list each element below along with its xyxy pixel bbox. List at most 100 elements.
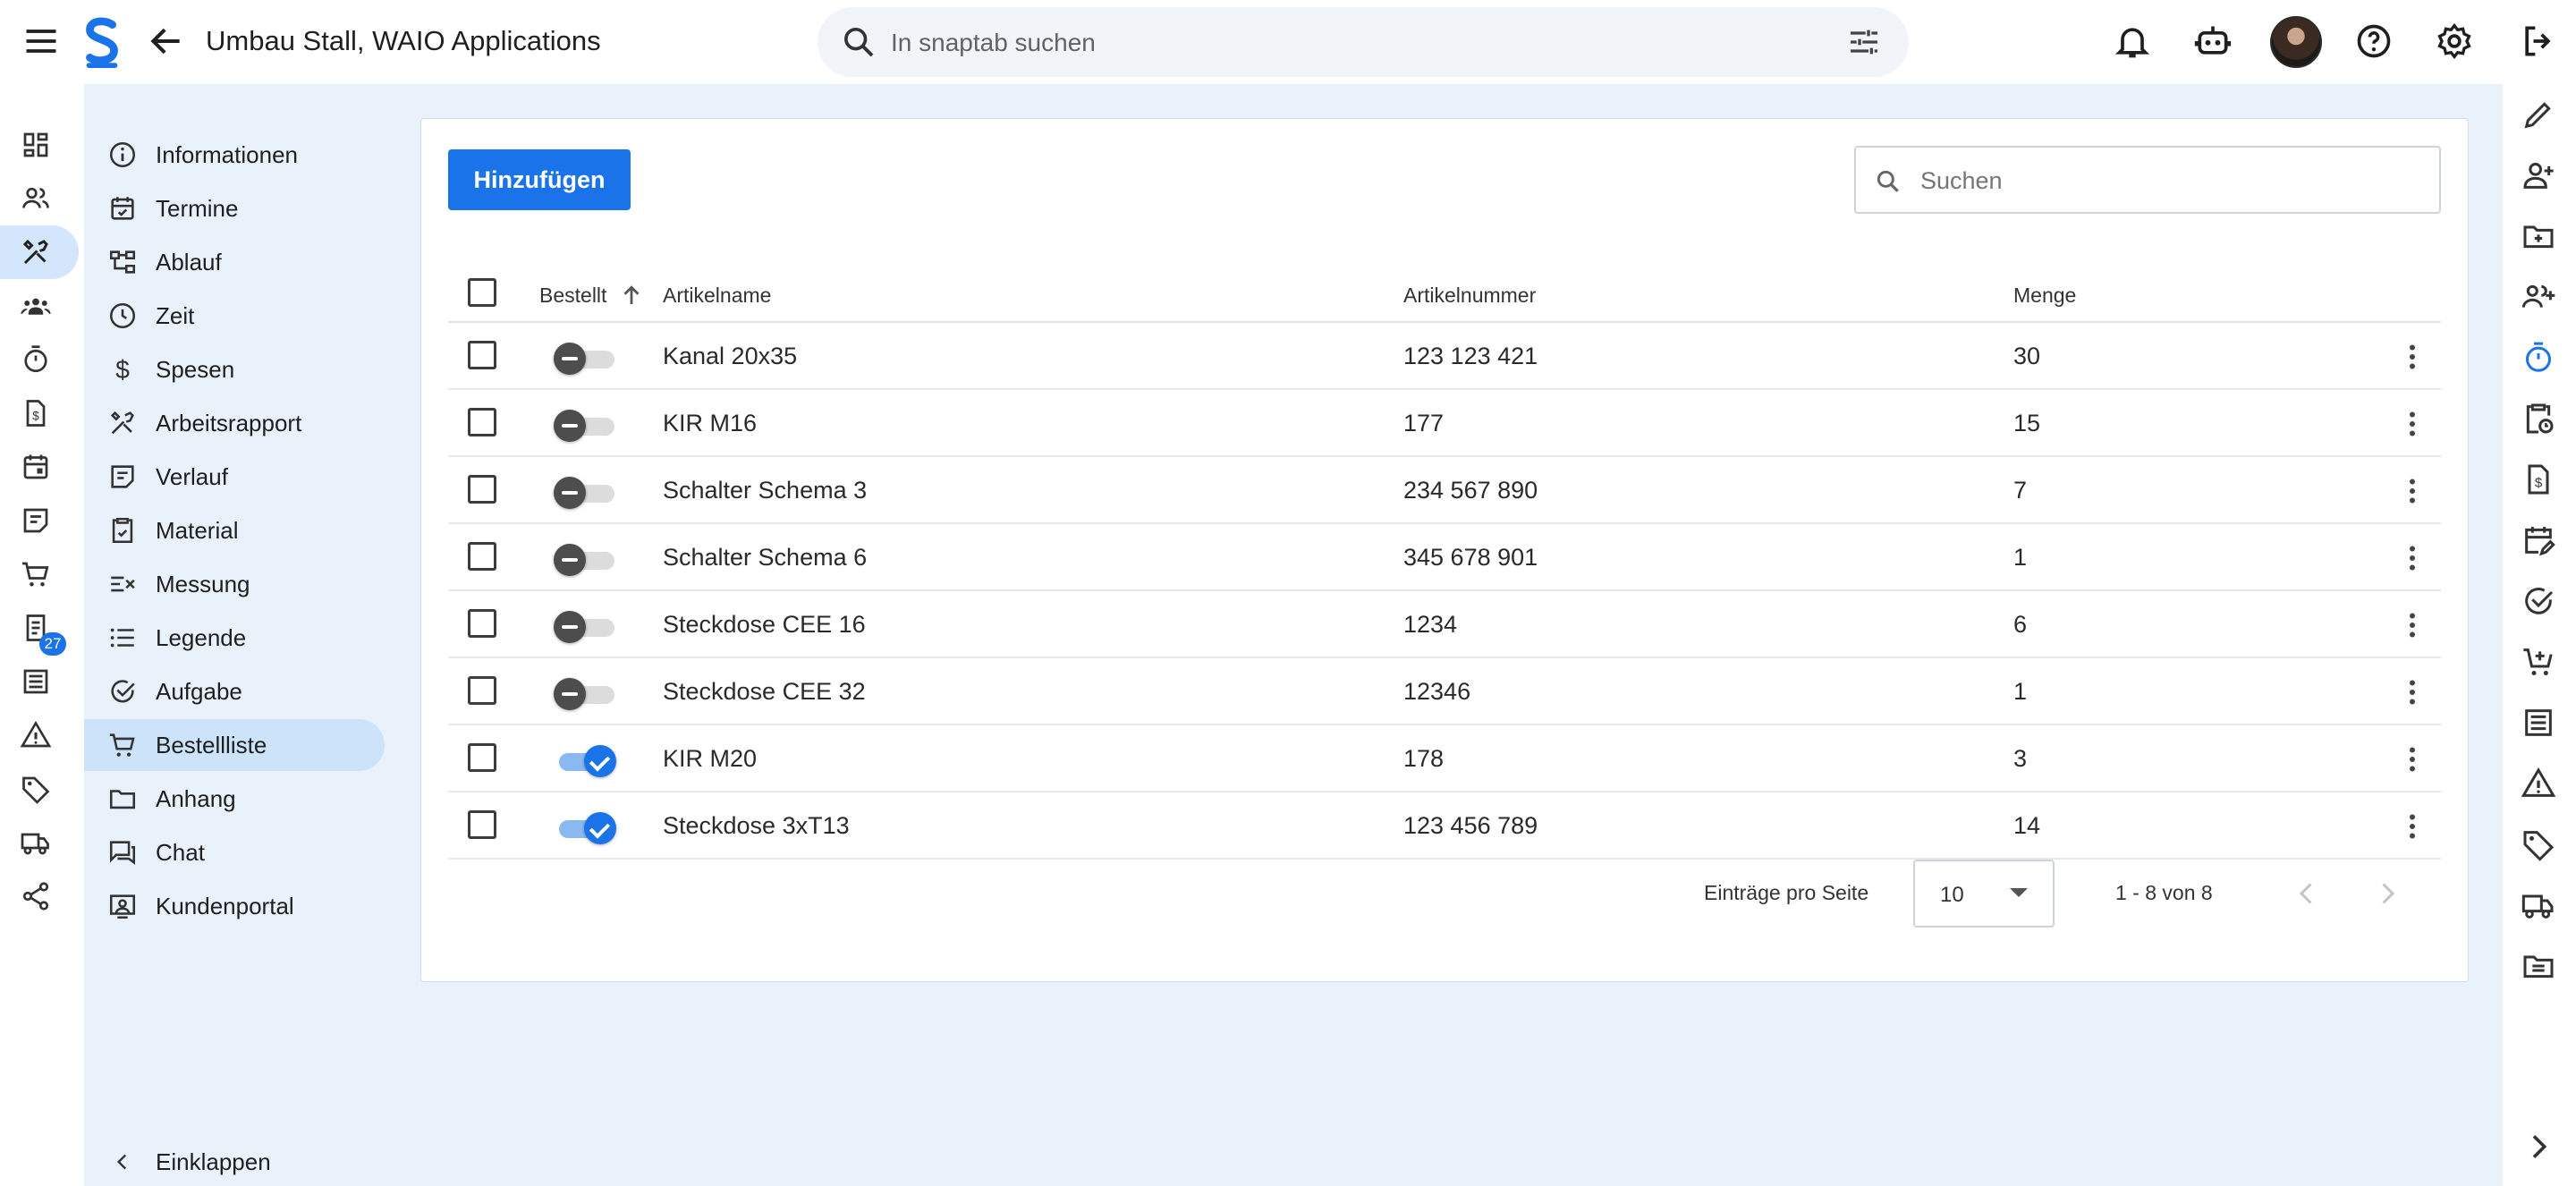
ordered-toggle[interactable] bbox=[554, 341, 616, 377]
team-icon[interactable] bbox=[16, 286, 55, 326]
avatar[interactable] bbox=[2270, 16, 2322, 68]
filter-tune-icon[interactable] bbox=[1846, 24, 1882, 60]
row-checkbox[interactable] bbox=[468, 475, 496, 504]
list-icon[interactable] bbox=[2521, 705, 2556, 741]
collapse-sidebar-button[interactable]: Einklappen bbox=[84, 1139, 385, 1184]
more-vert-icon[interactable] bbox=[2396, 676, 2428, 708]
row-checkbox[interactable] bbox=[468, 542, 496, 571]
more-vert-icon[interactable] bbox=[2396, 475, 2428, 507]
robot-icon[interactable] bbox=[2193, 21, 2233, 61]
column-header-qty[interactable]: Menge bbox=[2013, 284, 2076, 308]
row-checkbox[interactable] bbox=[468, 341, 496, 369]
group-add-icon[interactable] bbox=[2521, 279, 2556, 315]
folder-add-icon[interactable] bbox=[2521, 218, 2556, 254]
select-all-checkbox[interactable] bbox=[468, 278, 496, 307]
ordered-toggle[interactable] bbox=[554, 743, 616, 779]
ordered-toggle[interactable] bbox=[554, 475, 616, 511]
ordered-toggle[interactable] bbox=[554, 542, 616, 578]
nav-item-spesen[interactable]: $ Spesen bbox=[84, 343, 385, 395]
timer-icon[interactable] bbox=[16, 340, 55, 379]
ordered-toggle[interactable] bbox=[554, 609, 616, 645]
table-row[interactable]: KIR M16 177 15 bbox=[448, 390, 2441, 457]
menu-icon[interactable] bbox=[21, 21, 61, 61]
row-checkbox[interactable] bbox=[468, 810, 496, 839]
nav-item-messung[interactable]: Messung bbox=[84, 558, 385, 610]
more-vert-icon[interactable] bbox=[2396, 609, 2428, 641]
table-search-input[interactable]: Suchen bbox=[1854, 146, 2441, 214]
list-icon[interactable] bbox=[16, 662, 55, 701]
truck-icon[interactable] bbox=[2521, 887, 2556, 923]
more-vert-icon[interactable] bbox=[2396, 542, 2428, 574]
nav-item-bestellliste[interactable]: Bestellliste bbox=[84, 719, 385, 771]
row-checkbox[interactable] bbox=[468, 408, 496, 436]
stopwatch-icon[interactable] bbox=[2521, 340, 2556, 376]
nav-item-informationen[interactable]: Informationen bbox=[84, 129, 385, 181]
nav-item-termine[interactable]: Termine bbox=[84, 182, 385, 234]
snaptab-logo-icon[interactable] bbox=[80, 16, 123, 68]
nav-item-zeit[interactable]: Zeit bbox=[84, 290, 385, 342]
gear-icon[interactable] bbox=[2435, 21, 2474, 61]
table-row[interactable]: Steckdose CEE 32 12346 1 bbox=[448, 658, 2441, 725]
table-row[interactable]: Kanal 20x35 123 123 421 30 bbox=[448, 323, 2441, 390]
back-arrow-icon[interactable] bbox=[147, 21, 186, 61]
table-row[interactable]: KIR M20 178 3 bbox=[448, 725, 2441, 792]
table-row[interactable]: Steckdose 3xT13 123 456 789 14 bbox=[448, 792, 2441, 860]
chevron-right-icon[interactable] bbox=[2521, 1129, 2556, 1165]
calendar-edit-icon[interactable] bbox=[2521, 522, 2556, 558]
invoice-icon[interactable]: $ bbox=[2521, 462, 2556, 497]
chevron-right-icon[interactable] bbox=[2371, 877, 2403, 910]
tag-icon[interactable] bbox=[2521, 826, 2556, 862]
column-header-name[interactable]: Artikelname bbox=[663, 284, 771, 308]
tools-icon[interactable] bbox=[16, 233, 55, 272]
nav-item-material[interactable]: Material bbox=[84, 504, 385, 556]
sort-arrow-up-icon[interactable] bbox=[618, 282, 645, 309]
nav-item-legende[interactable]: Legende bbox=[84, 612, 385, 664]
warning-icon[interactable] bbox=[2521, 766, 2556, 801]
warning-icon[interactable] bbox=[16, 716, 55, 755]
ordered-toggle[interactable] bbox=[554, 676, 616, 712]
nav-item-ablauf[interactable]: Ablauf bbox=[84, 236, 385, 288]
contacts-icon[interactable] bbox=[16, 179, 55, 218]
ordered-toggle[interactable] bbox=[554, 810, 616, 846]
table-row[interactable]: Schalter Schema 6 345 678 901 1 bbox=[448, 524, 2441, 591]
table-row[interactable]: Steckdose CEE 16 1234 6 bbox=[448, 591, 2441, 658]
nav-item-kundenportal[interactable]: Kundenportal bbox=[84, 880, 385, 932]
global-search[interactable]: In snaptab suchen bbox=[818, 7, 1909, 77]
column-header-number[interactable]: Artikelnummer bbox=[1403, 284, 1536, 308]
logout-icon[interactable] bbox=[2519, 21, 2558, 61]
truck-icon[interactable] bbox=[16, 823, 55, 862]
person-add-icon[interactable] bbox=[2521, 157, 2556, 193]
cart-add-icon[interactable] bbox=[2521, 644, 2556, 680]
edit-icon[interactable] bbox=[2521, 97, 2556, 132]
per-page-select[interactable]: 10 bbox=[1913, 860, 2055, 928]
calendar-icon[interactable] bbox=[16, 447, 55, 487]
row-checkbox[interactable] bbox=[468, 609, 496, 638]
folder-list-icon[interactable] bbox=[2521, 948, 2556, 984]
more-vert-icon[interactable] bbox=[2396, 743, 2428, 775]
notes-icon[interactable] bbox=[16, 501, 55, 540]
clipboard-clock-icon[interactable] bbox=[2521, 401, 2556, 436]
row-checkbox[interactable] bbox=[468, 676, 496, 705]
more-vert-icon[interactable] bbox=[2396, 408, 2428, 440]
table-row[interactable]: Schalter Schema 3 234 567 890 7 bbox=[448, 457, 2441, 524]
nav-item-verlauf[interactable]: Verlauf bbox=[84, 451, 385, 503]
nav-item-chat[interactable]: Chat bbox=[84, 826, 385, 878]
invoice-icon[interactable]: $ bbox=[16, 394, 55, 433]
check-badge-icon[interactable] bbox=[2521, 583, 2556, 619]
nav-item-aufgabe[interactable]: Aufgabe bbox=[84, 665, 385, 717]
row-checkbox[interactable] bbox=[468, 743, 496, 772]
chevron-left-icon[interactable] bbox=[2291, 877, 2323, 910]
more-vert-icon[interactable] bbox=[2396, 810, 2428, 843]
cart-icon[interactable] bbox=[16, 555, 55, 594]
tag-icon[interactable] bbox=[16, 769, 55, 809]
add-button[interactable]: Hinzufügen bbox=[448, 149, 631, 210]
share-icon[interactable] bbox=[16, 877, 55, 916]
column-header-ordered[interactable]: Bestellt bbox=[539, 284, 606, 308]
dashboard-icon[interactable] bbox=[16, 125, 55, 165]
help-icon[interactable] bbox=[2354, 21, 2394, 61]
nav-item-anhang[interactable]: Anhang bbox=[84, 773, 385, 825]
bell-icon[interactable] bbox=[2113, 21, 2152, 61]
more-vert-icon[interactable] bbox=[2396, 341, 2428, 373]
nav-item-arbeitsrapport[interactable]: Arbeitsrapport bbox=[84, 397, 385, 449]
ordered-toggle[interactable] bbox=[554, 408, 616, 444]
